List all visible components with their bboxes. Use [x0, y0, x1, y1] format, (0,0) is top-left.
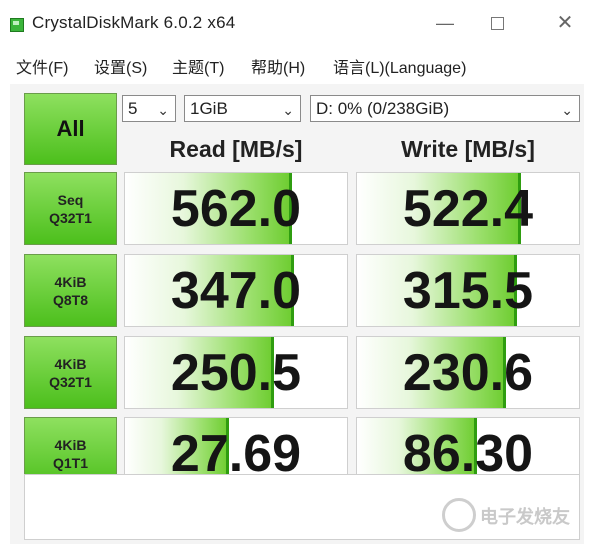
read-header: Read [MB/s]: [169, 136, 303, 162]
read-value: 250.5: [170, 343, 302, 402]
menu-bar: 文件(F) 设置(S) 主题(T) 帮助(H) 语言(L)(Language): [0, 48, 589, 78]
chevron-down-icon: ⌄: [561, 102, 573, 118]
write-value: 522.4: [402, 179, 534, 238]
drive-value: D: 0% (0/238GiB): [316, 99, 450, 118]
test-button-line1: 4KiB: [54, 436, 87, 453]
write-result: 315.5: [356, 254, 580, 327]
read-value: 347.0: [170, 261, 302, 320]
test-button-line2: Q1T1: [52, 454, 88, 471]
watermark: 电子发烧友: [442, 492, 582, 542]
write-header: Write [MB/s]: [401, 136, 535, 162]
app-icon: [10, 18, 24, 32]
chevron-down-icon: ⌄: [282, 102, 294, 118]
drive-select[interactable]: D: 0% (0/238GiB) ⌄: [310, 95, 580, 122]
write-value: 315.5: [402, 261, 534, 320]
test-size-value: 1GiB: [190, 99, 228, 118]
read-result: 347.0: [124, 254, 348, 327]
test-button-line2: Q32T1: [49, 373, 92, 390]
close-button[interactable]: ✕: [550, 10, 580, 36]
write-value: 230.6: [402, 343, 534, 402]
read-value: 562.0: [170, 179, 302, 238]
maximize-icon: [490, 17, 504, 30]
chevron-down-icon: ⌄: [157, 102, 169, 118]
test-button-4kib-q32t1[interactable]: 4KiB Q32T1: [24, 336, 117, 409]
title-bar: CrystalDiskMark 6.0.2 x64 — ✕: [0, 0, 589, 44]
test-count-value: 5: [128, 99, 138, 118]
window-title: CrystalDiskMark 6.0.2 x64: [32, 13, 236, 32]
watermark-logo-icon: [442, 498, 476, 532]
minimize-button[interactable]: —: [430, 10, 460, 36]
test-button-seq-q32t1[interactable]: Seq Q32T1: [24, 172, 117, 245]
read-result: 562.0: [124, 172, 348, 245]
menu-language[interactable]: 语言(L)(Language): [333, 54, 466, 78]
test-button-line2: Q8T8: [52, 291, 88, 308]
test-button-line2: Q32T1: [49, 209, 92, 226]
write-result: 230.6: [356, 336, 580, 409]
test-button-line1: Seq: [57, 191, 84, 208]
maximize-button[interactable]: [482, 10, 512, 36]
test-button-line1: 4KiB: [54, 355, 87, 372]
read-result: 250.5: [124, 336, 348, 409]
menu-file[interactable]: 文件(F): [16, 54, 68, 78]
test-button-4kib-q8t8[interactable]: 4KiB Q8T8: [24, 254, 117, 327]
test-button-line1: 4KiB: [54, 273, 87, 290]
menu-theme[interactable]: 主题(T): [172, 54, 224, 78]
menu-help[interactable]: 帮助(H): [251, 54, 305, 78]
menu-settings[interactable]: 设置(S): [94, 54, 147, 78]
test-size-select[interactable]: 1GiB ⌄: [184, 95, 301, 122]
write-result: 522.4: [356, 172, 580, 245]
all-button[interactable]: All: [24, 93, 117, 165]
watermark-text: 电子发烧友: [480, 507, 570, 527]
test-count-select[interactable]: 5 ⌄: [122, 95, 176, 122]
